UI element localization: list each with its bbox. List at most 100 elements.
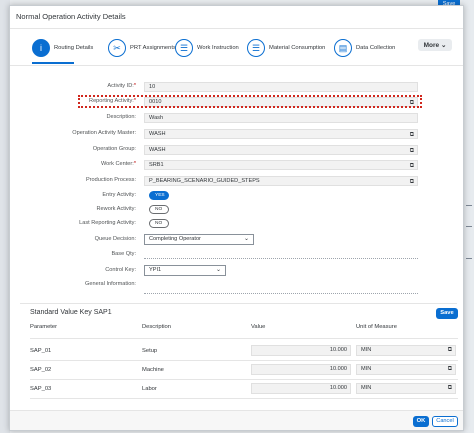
column-header-value: Value [251,324,266,330]
tab-data-collection[interactable]: ▤ Data Collection [334,35,395,61]
activity-id-label: Activity ID:* [107,83,136,89]
description-cell: Machine [142,367,164,373]
work-center-field[interactable]: SRB1 ⧉ [144,160,418,170]
row-last-reporting-activity: Last Reporting Activity: NO [10,219,463,229]
parameter-cell: SAP_01 [30,348,52,354]
tab-label: Data Collection [356,45,396,51]
row-queue-decision: Queue Decision: Completing Operator ⌄ [10,234,463,245]
unit-value: MIN [361,366,372,372]
more-button[interactable]: More ⌄ [418,39,452,51]
parameter-cell: SAP_02 [30,367,52,373]
side-marker [466,258,472,259]
rework-activity-label: Rework Activity: [96,206,136,212]
row-control-key: Control Key: YPI1 ⌄ [10,265,463,276]
standard-value-title: Standard Value Key SAP1 [30,309,112,316]
table-row: SAP_01 Setup 10.000 MIN ⧉ [30,342,458,361]
chevron-down-icon: ⌄ [215,267,221,273]
last-reporting-activity-label: Last Reporting Activity: [79,220,136,226]
value-help-icon[interactable]: ⧉ [448,365,452,374]
cancel-button[interactable]: Cancel [432,416,458,427]
operation-activity-master-label: Operation Activity Master: [72,130,136,136]
base-qty-label: Base Qty: [111,251,136,257]
row-operation-activity-master: Operation Activity Master: WASH ⧉ [10,129,463,139]
production-process-field[interactable]: P_BEARING_SCENARIO_GUIDED_STEPS ⧉ [144,176,418,186]
reporting-activity-highlight [78,95,422,108]
entry-activity-switch[interactable]: YES [149,191,169,200]
production-process-value: P_BEARING_SCENARIO_GUIDED_STEPS [149,178,260,184]
column-header-unit: Unit of Measure [356,324,397,330]
unit-value: MIN [361,347,372,353]
unit-field[interactable]: MIN ⧉ [356,345,456,356]
standard-value-save-button[interactable]: Save [436,308,458,319]
description-label: Description: [106,114,136,120]
side-marker [466,226,472,227]
operation-group-label: Operation Group: [92,146,136,152]
description-field[interactable]: Wash [144,113,418,123]
value-help-icon[interactable]: ⧉ [410,178,414,186]
side-marker [466,205,472,206]
activity-id-field[interactable]: 10 [144,82,418,92]
operation-activity-master-value: WASH [149,131,166,137]
operation-group-value: WASH [149,147,166,153]
dialog-title: Normal Operation Activity Details [16,12,126,21]
ok-button[interactable]: OK [413,416,429,427]
tab-label: Material Consumption [269,45,326,51]
column-header-description: Description [142,324,171,330]
dialog-header: Normal Operation Activity Details [10,6,463,29]
row-entry-activity: Entry Activity: YES [10,191,463,201]
operation-activity-dialog: Normal Operation Activity Details i Rout… [9,5,464,431]
tools-icon: ✂ [108,39,126,57]
tab-material-consumption[interactable]: ☰ Material Consumption [247,35,325,61]
operation-group-field[interactable]: WASH ⧉ [144,145,418,155]
row-base-qty: Base Qty: [10,250,463,260]
parameter-cell: SAP_03 [30,386,52,392]
table-header-divider [30,338,458,339]
active-tab-indicator [32,62,74,64]
value-help-icon[interactable]: ⧉ [410,162,414,170]
tab-work-instruction[interactable]: ☰ Work Instruction [175,35,239,61]
work-center-label: Work Center:* [100,161,136,167]
unit-field[interactable]: MIN ⧉ [356,364,456,375]
tab-label: Work Instruction [197,45,239,51]
unit-field[interactable]: MIN ⧉ [356,383,456,394]
row-operation-group: Operation Group: WASH ⧉ [10,145,463,155]
table-row: SAP_02 Machine 10.000 MIN ⧉ [30,361,458,380]
chevron-down-icon: ⌄ [243,236,249,242]
control-key-select[interactable]: YPI1 ⌄ [144,265,226,276]
description-cell: Labor [142,386,157,392]
work-center-value: SRB1 [149,162,164,168]
tab-prt-assignments[interactable]: ✂ PRT Assignments [108,35,176,61]
chevron-down-icon: ⌄ [440,42,447,49]
base-qty-field[interactable] [144,258,418,259]
entry-activity-label: Entry Activity: [102,192,136,198]
value-help-icon[interactable]: ⧉ [448,346,452,355]
value-field[interactable]: 10.000 [251,364,351,375]
tab-label: Routing Details [54,45,94,51]
row-description: Description: Wash [10,113,463,123]
value-field[interactable]: 10.000 [251,345,351,356]
value-field[interactable]: 10.000 [251,383,351,394]
last-reporting-activity-switch[interactable]: NO [149,219,169,228]
rework-activity-switch[interactable]: NO [149,205,169,214]
queue-decision-select[interactable]: Completing Operator ⌄ [144,234,254,245]
general-information-label: General Information: [85,281,136,287]
tab-label: PRT Assignments [130,45,176,51]
tab-bar: i Routing Details ✂ PRT Assignments ☰ Wo… [10,29,463,66]
general-information-field[interactable] [144,293,418,294]
section-divider [20,303,457,304]
control-key-value: YPI1 [149,267,162,273]
row-production-process: Production Process: P_BEARING_SCENARIO_G… [10,176,463,186]
value-help-icon[interactable]: ⧉ [410,147,414,155]
value-help-icon[interactable]: ⧉ [448,384,452,393]
checklist-icon: ☰ [247,39,265,57]
queue-decision-value: Completing Operator [149,236,201,242]
control-key-label: Control Key: [105,267,136,273]
tab-routing-details[interactable]: i Routing Details [32,35,93,61]
row-work-center: Work Center:* SRB1 ⧉ [10,160,463,170]
table-row: SAP_03 Labor 10.000 MIN ⧉ [30,380,458,399]
value-help-icon[interactable]: ⧉ [410,131,414,139]
operation-activity-master-field[interactable]: WASH ⧉ [144,129,418,139]
info-icon: i [32,39,50,57]
row-activity-id: Activity ID:* 10 [10,82,463,92]
checklist-icon: ☰ [175,39,193,57]
